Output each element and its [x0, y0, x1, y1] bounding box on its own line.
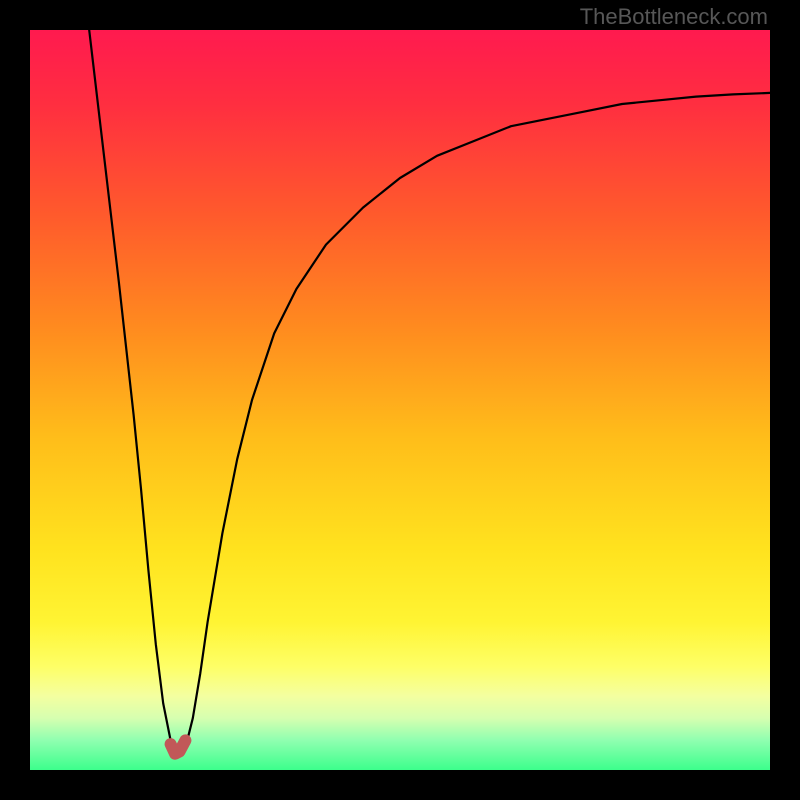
bottleneck-curve — [89, 30, 770, 755]
plot-area — [30, 30, 770, 770]
curve-layer — [30, 30, 770, 770]
optimal-marker — [171, 740, 186, 753]
chart-frame: TheBottleneck.com — [0, 0, 800, 800]
watermark-text: TheBottleneck.com — [580, 4, 768, 30]
